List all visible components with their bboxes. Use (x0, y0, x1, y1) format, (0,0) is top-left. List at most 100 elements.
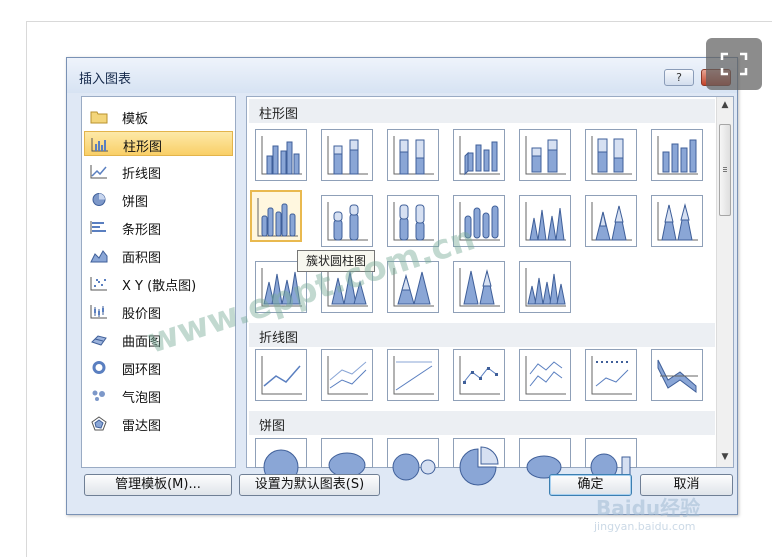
thumb-3d-line[interactable] (651, 349, 703, 401)
category-label: 柱形图 (123, 140, 163, 155)
3d-cone-series-icon (525, 268, 566, 307)
3d-percent-stacked-column-icon (591, 136, 632, 175)
bubble-chart-icon (92, 390, 105, 401)
clustered-column-icon (261, 136, 302, 175)
gallery-scrollbar[interactable]: ▲ ▼ (716, 97, 733, 467)
thumb-3d-cone-d[interactable] (519, 261, 571, 313)
thumb-clustered-cone[interactable] (519, 195, 571, 247)
thumb-stacked-cone[interactable] (585, 195, 637, 247)
thumb-3d-clustered-cylinder[interactable] (453, 195, 505, 247)
set-default-chart-button[interactable]: 设置为默认图表(S) (239, 474, 380, 496)
category-label: 股价图 (122, 307, 162, 322)
3d-line-icon (657, 359, 698, 393)
ok-button[interactable]: 确定 (549, 474, 632, 496)
category-label: 圆环图 (122, 363, 162, 378)
thumb-3d-exploded-pie[interactable] (519, 438, 571, 479)
section-header-column: 柱形图 (249, 99, 715, 123)
thumb-stacked-line[interactable] (321, 349, 373, 401)
doughnut-chart-icon (92, 361, 106, 374)
chart-category-list: 模板 柱形图 折线图 饼图 条形图 面积图 X Y (散点图) 股价图 曲面图 … (81, 96, 236, 468)
stacked-cylinder-icon (327, 202, 368, 241)
thumb-100-stacked-cone[interactable] (651, 195, 703, 247)
category-template[interactable]: 模板 (84, 104, 233, 129)
category-stock[interactable]: 股价图 (84, 299, 233, 324)
thumb-3d-cone-b[interactable] (387, 261, 439, 313)
clustered-cone-icon (525, 202, 566, 241)
thumb-100-stacked-line[interactable] (387, 349, 439, 401)
folder-icon (90, 111, 108, 124)
scroll-up-arrow-icon[interactable]: ▲ (717, 97, 733, 114)
bar-chart-icon (90, 221, 106, 234)
category-bar[interactable]: 条形图 (84, 215, 233, 240)
category-line[interactable]: 折线图 (84, 159, 233, 184)
line-chart-icon (90, 165, 107, 179)
category-column[interactable]: 柱形图 (84, 131, 233, 156)
clustered-cylinder-icon (257, 198, 298, 237)
section-title: 柱形图 (259, 107, 299, 122)
thumb-stacked-column[interactable] (321, 129, 373, 181)
thumb-pie[interactable] (255, 438, 307, 485)
3d-stacked-cone-icon (393, 268, 434, 307)
3d-clustered-column-icon (459, 136, 500, 176)
category-pie[interactable]: 饼图 (84, 187, 233, 212)
category-label: 雷达图 (122, 419, 162, 434)
cancel-button[interactable]: 取消 (640, 474, 733, 496)
thumb-line-markers[interactable] (453, 349, 505, 401)
section-title: 折线图 (259, 331, 299, 346)
thumb-bar-of-pie[interactable] (585, 438, 637, 481)
thumb-3d-column[interactable] (651, 129, 703, 181)
percent-stacked-cylinder-icon (393, 202, 434, 241)
category-radar[interactable]: 雷达图 (84, 411, 233, 436)
category-scatter[interactable]: X Y (散点图) (84, 271, 233, 296)
category-label: 条形图 (122, 223, 162, 238)
scroll-down-arrow-icon[interactable]: ▼ (717, 449, 733, 466)
category-bubble[interactable]: 气泡图 (84, 383, 233, 408)
help-button[interactable]: ? (664, 69, 694, 86)
stacked-column-icon (327, 136, 368, 175)
radar-chart-icon (91, 416, 107, 431)
thumb-clustered-column[interactable] (255, 129, 307, 181)
fullscreen-icon (720, 52, 748, 76)
category-area[interactable]: 面积图 (84, 243, 233, 268)
category-surface[interactable]: 曲面图 (84, 327, 233, 352)
pie-of-pie-icon (392, 453, 436, 481)
percent-stacked-cone-icon (657, 202, 698, 241)
scatter-chart-icon (90, 277, 107, 291)
thumb-100-stacked-line-markers[interactable] (585, 349, 637, 401)
scrollbar-thumb[interactable] (719, 124, 731, 216)
stock-chart-icon (90, 305, 107, 319)
stacked-line-markers-icon (525, 356, 566, 395)
expand-image-button[interactable] (706, 38, 762, 90)
stacked-line-icon (327, 356, 368, 395)
category-label: 曲面图 (122, 335, 162, 350)
category-label: 模板 (122, 112, 149, 127)
thumb-clustered-cylinder[interactable] (250, 190, 302, 242)
thumb-stacked-cylinder[interactable] (321, 195, 373, 247)
3d-column-icon (657, 136, 698, 175)
thumb-line[interactable] (255, 349, 307, 401)
percent-stacked-line-icon (393, 356, 434, 395)
thumb-3d-cone-c[interactable] (453, 261, 505, 313)
section-header-pie: 饼图 (249, 411, 715, 435)
thumb-3d-pie[interactable] (321, 438, 373, 478)
category-doughnut[interactable]: 圆环图 (84, 355, 233, 380)
thumb-3d-clustered-column[interactable] (453, 129, 505, 181)
category-label: X Y (散点图) (122, 279, 197, 294)
line-icon (261, 356, 302, 395)
exploded-pie-icon (459, 446, 499, 486)
category-label: 饼图 (122, 195, 149, 210)
manage-templates-button[interactable]: 管理模板(M)... (84, 474, 232, 496)
thumb-stacked-line-markers[interactable] (519, 349, 571, 401)
category-label: 面积图 (122, 251, 162, 266)
column-chart-icon (91, 138, 108, 152)
3d-stacked-column-icon (525, 136, 566, 175)
thumb-100-stacked-column[interactable] (387, 129, 439, 181)
thumb-3d-100-stacked-column[interactable] (585, 129, 637, 181)
thumb-100-stacked-cylinder[interactable] (387, 195, 439, 247)
3d-clustered-cylinder-icon (459, 202, 500, 241)
line-markers-icon (459, 356, 500, 395)
thumb-pie-of-pie[interactable] (387, 438, 439, 481)
chart-type-tooltip: 簇状圆柱图 (297, 250, 375, 272)
thumb-3d-stacked-column[interactable] (519, 129, 571, 181)
thumb-exploded-pie[interactable] (453, 438, 505, 486)
